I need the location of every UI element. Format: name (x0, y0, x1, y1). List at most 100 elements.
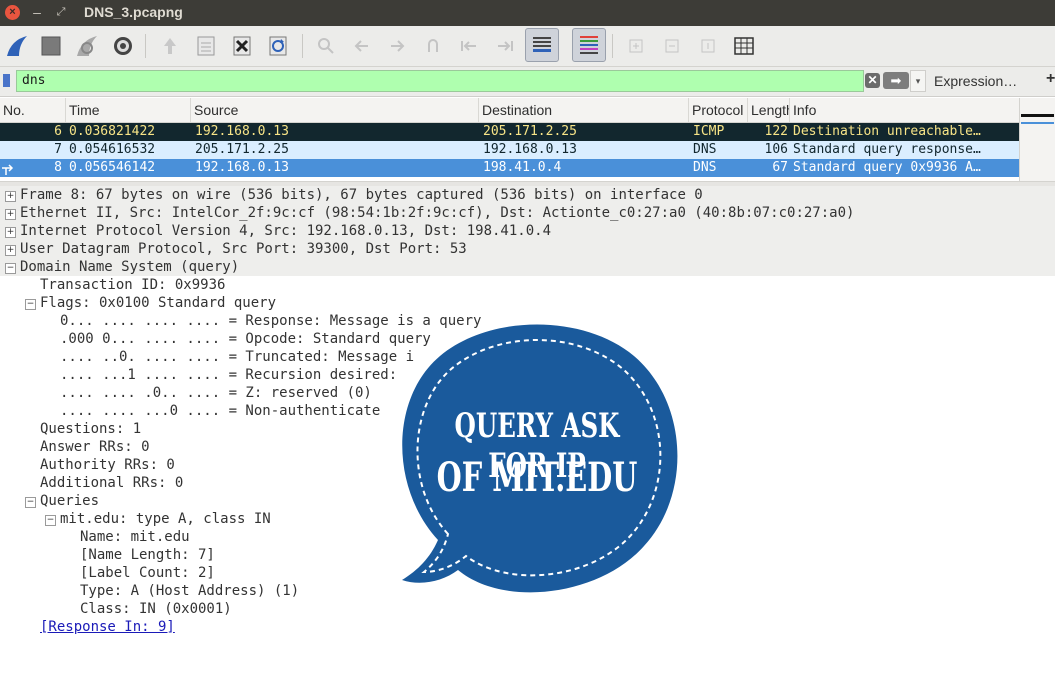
bookmark-icon[interactable] (3, 74, 10, 87)
add-filter-button[interactable]: + (1046, 70, 1055, 88)
packet-row[interactable]: 7 0.054616532 205.171.2.25 192.168.0.13 … (0, 141, 1019, 159)
packet-source: 192.168.0.13 (195, 160, 289, 175)
zoom-in-icon[interactable] (623, 33, 649, 59)
tree-item-dns[interactable]: Domain Name System (query) (20, 258, 239, 276)
tree-item-query-field[interactable]: [Label Count: 2] (80, 564, 215, 582)
expand-toggle[interactable]: + (5, 245, 16, 256)
column-header-time[interactable]: Time (66, 98, 191, 122)
annotation-line-2: OF MIT.EDU (436, 454, 638, 501)
save-file-icon[interactable] (193, 33, 219, 59)
tree-item-ethernet[interactable]: Ethernet II, Src: IntelCor_2f:9c:cf (98:… (20, 204, 854, 222)
packet-time: 0.054616532 (69, 142, 156, 157)
tree-item-flag-bit[interactable]: .... .... ...0 .... = Non-authenticate (60, 402, 380, 420)
collapse-toggle[interactable]: − (25, 299, 36, 310)
filter-history-dropdown[interactable]: ▾ (910, 70, 926, 92)
back-arrow-icon[interactable] (349, 33, 375, 59)
tree-item-query-field[interactable]: [Name Length: 7] (80, 546, 215, 564)
column-header-destination[interactable]: Destination (479, 98, 689, 122)
zoom-out-icon[interactable] (659, 33, 685, 59)
tree-item-flag-bit[interactable]: .... .... .0.. .... = Z: reserved (0) (60, 384, 372, 402)
toolbar-separator (145, 34, 146, 58)
tree-item-query-field[interactable]: Type: A (Host Address) (1) (80, 582, 299, 600)
title-bar: × – ⤢ DNS_3.pcapng (0, 0, 1055, 26)
tree-item-questions[interactable]: Questions: 1 (40, 420, 141, 438)
display-filter-bar: dns ✕ ➡ ▾ Expression… + (0, 67, 1055, 97)
packet-source: 205.171.2.25 (195, 142, 289, 157)
packet-no: 6 (54, 124, 62, 139)
tree-item-flag-bit[interactable]: .000 0... .... .... = Opcode: Standard q… (60, 330, 431, 348)
gear-options-icon[interactable] (110, 33, 136, 59)
collapse-toggle[interactable]: − (45, 515, 56, 526)
annotation-speech-bubble: QUERY ASK FOR IP OF MIT.EDU (392, 318, 682, 600)
toolbar-separator (612, 34, 613, 58)
tree-item-query-field[interactable]: Class: IN (0x0001) (80, 600, 232, 618)
window-close-button[interactable]: × (5, 5, 20, 20)
window-minimize-button[interactable]: – (30, 3, 44, 21)
packet-protocol: DNS (693, 160, 717, 175)
tree-item-flag-bit[interactable]: .... ...1 .... .... = Recursion desired: (60, 366, 397, 384)
response-in-link[interactable]: [Response In: 9] (40, 618, 175, 636)
collapse-toggle[interactable]: − (25, 497, 36, 508)
forward-arrow-icon[interactable] (384, 33, 410, 59)
last-packet-icon[interactable] (492, 33, 518, 59)
tree-item-flags[interactable]: Flags: 0x0100 Standard query (40, 294, 276, 312)
packet-protocol: ICMP (693, 124, 725, 139)
minimap-selected-marker (1021, 122, 1054, 124)
expand-toggle[interactable]: + (5, 191, 16, 202)
packet-time: 0.056546142 (69, 160, 156, 175)
open-file-icon[interactable] (157, 33, 183, 59)
column-header-length[interactable]: Length (748, 98, 790, 122)
clear-filter-icon[interactable]: ✕ (865, 73, 880, 88)
first-packet-icon[interactable] (456, 33, 482, 59)
packet-no: 7 (54, 142, 62, 157)
resize-columns-icon[interactable] (731, 33, 757, 59)
column-header-no[interactable]: No. (0, 98, 66, 122)
tree-item-query-entry[interactable]: mit.edu: type A, class IN (60, 510, 271, 528)
autoscroll-icon[interactable] (525, 28, 559, 62)
tree-item-answer-rrs[interactable]: Answer RRs: 0 (40, 438, 150, 456)
stop-square-icon[interactable] (38, 33, 64, 59)
tree-item-transaction-id[interactable]: Transaction ID: 0x9936 (40, 276, 225, 294)
packet-protocol: DNS (693, 142, 717, 157)
shark-fin-start-icon[interactable] (4, 33, 30, 59)
colorize-icon[interactable] (572, 28, 606, 62)
packet-info: Standard query response… (793, 142, 981, 157)
tree-item-query-field[interactable]: Name: mit.edu (80, 528, 190, 546)
toolbar-separator (302, 34, 303, 58)
column-header-info[interactable]: Info (790, 98, 1019, 122)
normal-size-icon[interactable] (695, 33, 721, 59)
packet-length: 122 (764, 124, 788, 139)
display-filter-input[interactable]: dns (16, 70, 864, 92)
packet-destination: 192.168.0.13 (483, 142, 577, 157)
packet-time: 0.036821422 (69, 124, 156, 139)
window-title: DNS_3.pcapng (84, 4, 183, 20)
go-to-packet-icon[interactable] (420, 33, 446, 59)
packet-list-minimap-scrollbar[interactable] (1019, 98, 1055, 181)
close-file-icon[interactable] (229, 33, 255, 59)
column-header-protocol[interactable]: Protocol (689, 98, 748, 122)
reload-icon[interactable] (265, 33, 291, 59)
packet-source: 192.168.0.13 (195, 124, 289, 139)
apply-filter-icon[interactable]: ➡ (883, 72, 909, 89)
tree-item-ip[interactable]: Internet Protocol Version 4, Src: 192.16… (20, 222, 551, 240)
packet-row[interactable]: 6 0.036821422 192.168.0.13 205.171.2.25 … (0, 123, 1019, 141)
column-header-source[interactable]: Source (191, 98, 479, 122)
expand-toggle[interactable]: + (5, 227, 16, 238)
expand-toggle[interactable]: + (5, 209, 16, 220)
search-icon[interactable] (313, 33, 339, 59)
tree-item-authority-rrs[interactable]: Authority RRs: 0 (40, 456, 175, 474)
tree-item-additional-rrs[interactable]: Additional RRs: 0 (40, 474, 183, 492)
tree-item-frame[interactable]: Frame 8: 67 bytes on wire (536 bits), 67… (20, 186, 703, 204)
shark-fin-restart-icon[interactable] (74, 33, 100, 59)
minimap-icmp-marker (1021, 114, 1054, 117)
packet-destination: 205.171.2.25 (483, 124, 577, 139)
packet-info: Destination unreachable… (793, 124, 981, 139)
collapse-toggle[interactable]: − (5, 263, 16, 274)
window-maximize-button[interactable]: ⤢ (54, 3, 68, 21)
packet-row-selected[interactable]: 8 0.056546142 192.168.0.13 198.41.0.4 DN… (0, 159, 1019, 177)
tree-item-udp[interactable]: User Datagram Protocol, Src Port: 39300,… (20, 240, 467, 258)
tree-item-flag-bit[interactable]: .... ..0. .... .... = Truncated: Message… (60, 348, 414, 366)
packet-info: Standard query 0x9936 A… (793, 160, 981, 175)
expression-button[interactable]: Expression… (934, 73, 1017, 89)
tree-item-queries[interactable]: Queries (40, 492, 99, 510)
